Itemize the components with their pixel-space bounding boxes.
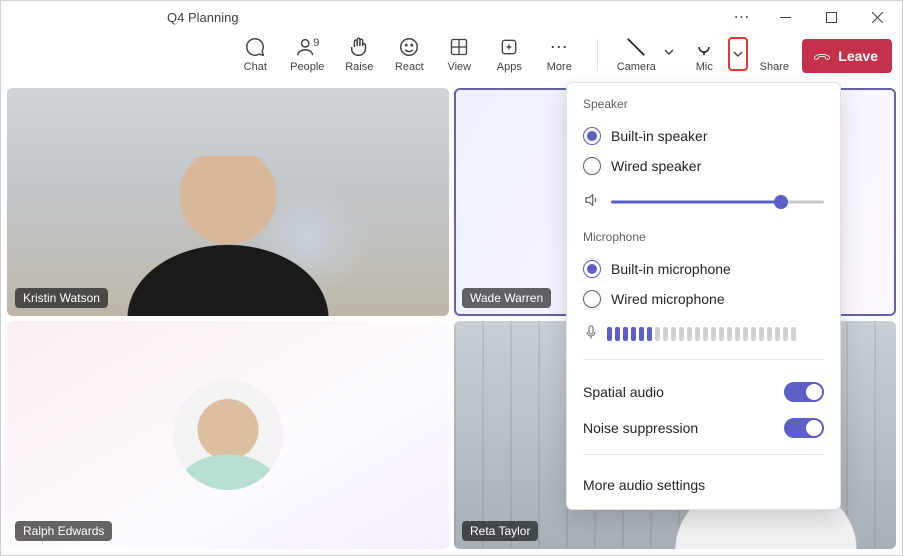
- participant-name: Kristin Watson: [15, 288, 108, 308]
- camera-label: Camera: [617, 61, 656, 73]
- radio-unselected-icon: [583, 157, 601, 175]
- microphone-level-icon: [583, 324, 599, 343]
- raise-hand-icon: [347, 35, 371, 59]
- speaker-option-label: Built-in speaker: [611, 128, 708, 144]
- microphone-option-wired[interactable]: Wired microphone: [583, 284, 824, 314]
- window-more-button[interactable]: ⋯: [722, 1, 762, 33]
- spatial-audio-toggle[interactable]: [784, 382, 824, 402]
- mic-chevron[interactable]: [728, 37, 748, 71]
- chat-icon: [243, 35, 267, 59]
- view-icon: [447, 35, 471, 59]
- volume-row: [583, 191, 824, 212]
- mic-level-row: [583, 324, 824, 343]
- mic-toggle-button[interactable]: Mic: [680, 33, 728, 79]
- camera-split-button: Camera: [612, 33, 678, 79]
- mic-on-icon: [692, 35, 716, 59]
- view-label: View: [447, 61, 471, 73]
- more-button[interactable]: ⋯ More: [535, 33, 583, 79]
- mic-label: Mic: [696, 61, 713, 73]
- titlebar: Q4 Planning ⋯: [1, 1, 902, 33]
- microphone-option-label: Built-in microphone: [611, 261, 731, 277]
- react-button[interactable]: React: [385, 33, 433, 79]
- noise-suppression-row: Noise suppression: [583, 410, 824, 446]
- share-button[interactable]: Share: [750, 33, 798, 79]
- people-icon: 9: [295, 35, 319, 59]
- maximize-button[interactable]: [808, 1, 854, 33]
- more-audio-settings-link[interactable]: More audio settings: [583, 469, 824, 495]
- leave-button[interactable]: Leave: [802, 39, 892, 73]
- panel-divider: [583, 454, 824, 455]
- raise-hand-button[interactable]: Raise: [335, 33, 383, 79]
- speaker-option-builtin[interactable]: Built-in speaker: [583, 121, 824, 151]
- participant-name: Reta Taylor: [462, 521, 538, 541]
- window-title: Q4 Planning: [17, 10, 722, 25]
- people-count: 9: [313, 37, 319, 49]
- camera-chevron[interactable]: [660, 37, 678, 67]
- apps-icon: [497, 35, 521, 59]
- view-button[interactable]: View: [435, 33, 483, 79]
- noise-suppression-label: Noise suppression: [583, 420, 698, 436]
- panel-divider: [583, 359, 824, 360]
- toolbar-group-left: Chat 9 People Raise React View: [227, 33, 587, 79]
- people-label: People: [290, 61, 324, 73]
- radio-selected-icon: [583, 127, 601, 145]
- radio-unselected-icon: [583, 290, 601, 308]
- apps-label: Apps: [497, 61, 522, 73]
- participant-tile[interactable]: Kristin Watson: [7, 88, 449, 316]
- participant-name: Wade Warren: [462, 288, 551, 308]
- radio-selected-icon: [583, 260, 601, 278]
- react-label: React: [395, 61, 424, 73]
- more-icon: ⋯: [547, 35, 571, 59]
- audio-settings-panel: Speaker Built-in speaker Wired speaker M…: [566, 82, 841, 510]
- chat-label: Chat: [244, 61, 267, 73]
- speaker-option-wired[interactable]: Wired speaker: [583, 151, 824, 181]
- camera-toggle-button[interactable]: Camera: [612, 33, 660, 79]
- share-label: Share: [760, 61, 789, 73]
- microphone-option-label: Wired microphone: [611, 291, 725, 307]
- participant-tile[interactable]: Ralph Edwards: [7, 321, 449, 549]
- react-icon: [397, 35, 421, 59]
- spatial-audio-row: Spatial audio: [583, 374, 824, 410]
- speaker-option-label: Wired speaker: [611, 158, 701, 174]
- volume-slider[interactable]: [611, 200, 824, 204]
- camera-off-icon: [624, 35, 648, 59]
- chat-button[interactable]: Chat: [231, 33, 279, 79]
- mic-level-bars: [607, 327, 796, 341]
- mic-split-button: Mic: [680, 33, 748, 79]
- more-label: More: [547, 61, 572, 73]
- speaker-volume-icon: [583, 191, 601, 212]
- close-button[interactable]: [854, 1, 900, 33]
- speaker-section-title: Speaker: [583, 97, 824, 111]
- people-button[interactable]: 9 People: [281, 33, 333, 79]
- share-icon: [762, 35, 786, 59]
- apps-button[interactable]: Apps: [485, 33, 533, 79]
- hangup-icon: [812, 46, 832, 66]
- toolbar-divider: [597, 39, 598, 71]
- avatar: [173, 380, 283, 490]
- spatial-audio-label: Spatial audio: [583, 384, 664, 400]
- participant-name: Ralph Edwards: [15, 521, 112, 541]
- raise-label: Raise: [345, 61, 373, 73]
- meeting-toolbar: Chat 9 People Raise React View: [1, 33, 902, 83]
- noise-suppression-toggle[interactable]: [784, 418, 824, 438]
- leave-label: Leave: [838, 48, 878, 64]
- microphone-option-builtin[interactable]: Built-in microphone: [583, 254, 824, 284]
- minimize-button[interactable]: [762, 1, 808, 33]
- microphone-section-title: Microphone: [583, 230, 824, 244]
- toolbar-group-media: Camera Mic Share: [608, 33, 802, 79]
